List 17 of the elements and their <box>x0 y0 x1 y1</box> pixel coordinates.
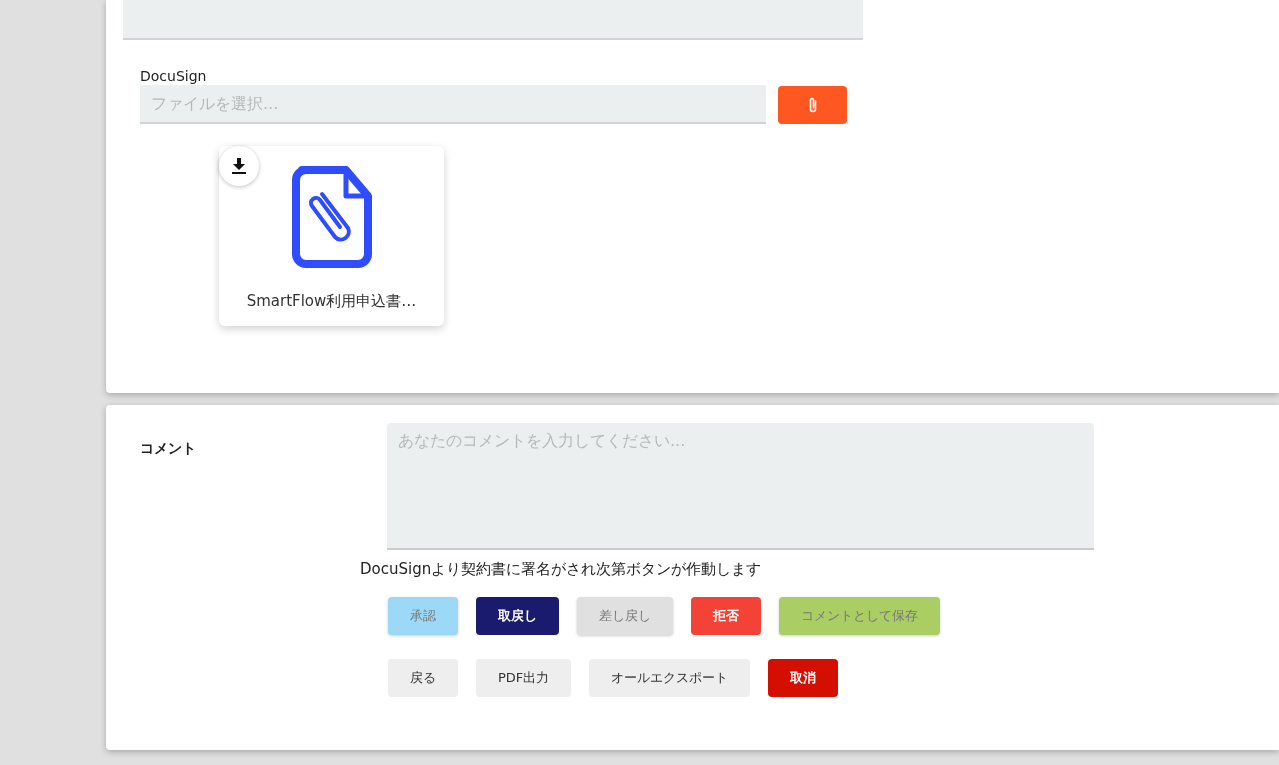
action-button[interactable]: PDF出力 <box>476 658 572 697</box>
text-field[interactable] <box>123 0 863 40</box>
file-icon <box>291 166 372 268</box>
file-name: SmartFlow利用申込書… <box>246 291 417 312</box>
action-button[interactable]: 取戻し <box>476 596 559 635</box>
action-button[interactable]: 戻る <box>388 658 458 697</box>
action-button[interactable]: オールエクスポート <box>589 658 751 697</box>
field-label: DocuSign <box>140 67 208 85</box>
field-label: コメント <box>139 439 197 458</box>
note-text: DocuSignより契約書に署名がされ次第ボタンが作動します <box>360 559 763 580</box>
download-icon-button[interactable] <box>219 146 259 186</box>
paperclip-icon <box>807 95 818 114</box>
action-button[interactable]: 取消 <box>768 658 839 697</box>
file-card[interactable]: SmartFlow利用申込書… <box>219 146 444 326</box>
attach-button[interactable] <box>778 85 847 124</box>
action-button[interactable]: 拒否 <box>691 596 761 635</box>
download-icon <box>232 158 246 174</box>
